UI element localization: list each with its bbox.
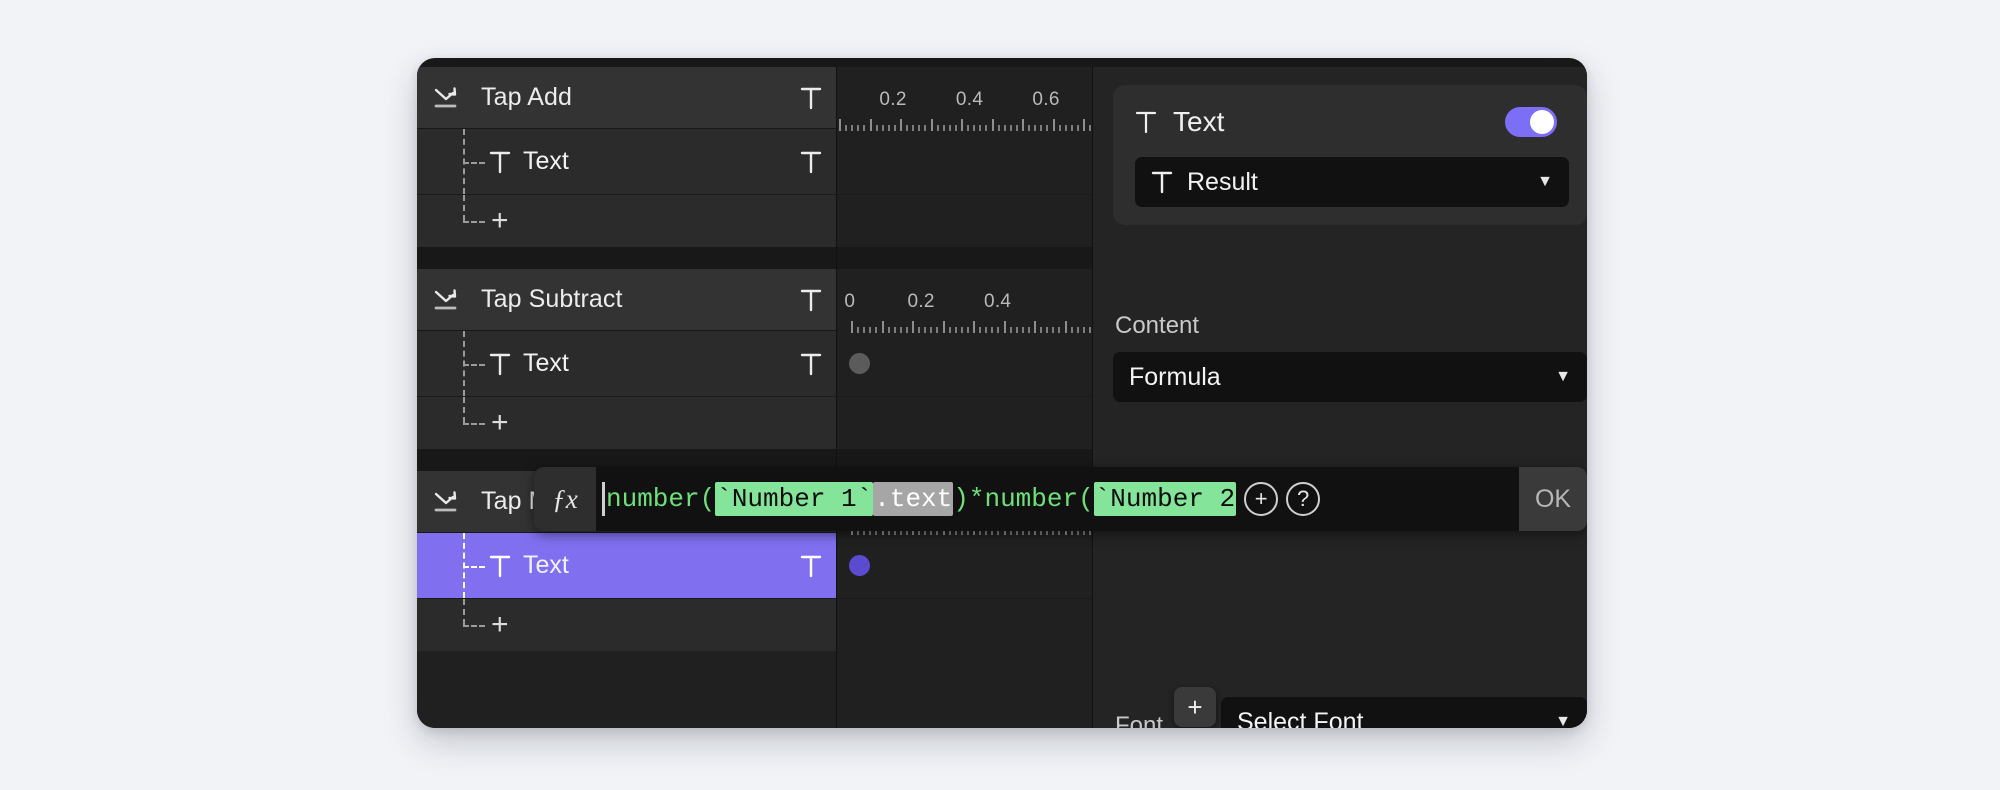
font-select-value: Select Font: [1237, 708, 1363, 729]
track-child-row[interactable]: Text: [417, 129, 836, 195]
track-child-label: Text: [523, 349, 800, 378]
font-section-label: Font: [1115, 712, 1163, 728]
tree-guide: [463, 331, 489, 396]
keyframe-marker[interactable]: [849, 353, 870, 374]
track-child-row-selected[interactable]: Text: [417, 533, 836, 599]
font-select[interactable]: Select Font ▼: [1221, 697, 1587, 728]
track-group-label: Tap Subtract: [481, 285, 800, 314]
app-window: Tap Add Text +: [417, 58, 1587, 728]
window-body: Tap Add Text +: [417, 67, 1587, 728]
formula-token-function: number(: [606, 484, 715, 514]
tracks-column: Tap Add Text +: [417, 67, 837, 728]
text-cursor: [602, 482, 605, 516]
text-type-icon[interactable]: [800, 286, 822, 314]
tree-guide: [463, 533, 489, 598]
content-select-value: Formula: [1129, 363, 1221, 392]
formula-token-reference: `Number 1`: [715, 482, 873, 516]
ruler-tick-label: 0.2: [907, 291, 934, 313]
inspector-card-header: Text: [1113, 101, 1587, 143]
tree-guide: [463, 129, 489, 194]
track-child-label: Text: [523, 551, 800, 580]
tree-guide: [463, 195, 489, 247]
add-track-label: +: [491, 408, 509, 438]
add-badge-label: +: [1187, 692, 1202, 723]
chevron-down-icon: ▼: [1555, 368, 1571, 386]
ruler-tick-label: 0.2: [879, 89, 906, 111]
tree-guide: [463, 397, 489, 449]
plus-circle-icon[interactable]: +: [1244, 482, 1278, 516]
track-add-row[interactable]: +: [417, 195, 836, 247]
text-type-icon: [489, 149, 511, 175]
timeline-ruler-block[interactable]: 0 0.2 0.4: [837, 269, 1092, 331]
timeline-lane[interactable]: [837, 331, 1092, 397]
timeline-ruler-column: 0.2 0.4 0.6 0 0.2 0.4: [837, 67, 1093, 728]
track-child-row[interactable]: Text: [417, 331, 836, 397]
function-icon[interactable]: ƒx: [534, 467, 596, 531]
ruler-spacer: [837, 247, 1092, 269]
keyframe-marker[interactable]: [849, 555, 870, 576]
track-group-spacer: [417, 247, 836, 269]
toggle-knob: [1530, 110, 1554, 134]
target-select[interactable]: Result ▼: [1135, 157, 1569, 207]
formula-token-property: .text: [873, 482, 953, 516]
enable-toggle[interactable]: [1505, 107, 1557, 137]
track-child-label: Text: [523, 147, 800, 176]
text-type-icon[interactable]: [800, 148, 822, 176]
formula-token-operator: )*number(: [953, 484, 1093, 514]
question-circle-icon[interactable]: ?: [1286, 482, 1320, 516]
text-type-icon: [1151, 169, 1173, 195]
timeline-lane[interactable]: [837, 195, 1092, 247]
ruler-tick-label: 0.6: [1032, 89, 1059, 111]
tree-guide: [463, 599, 489, 651]
timeline-lane[interactable]: [837, 397, 1092, 449]
formula-token-reference: `Number 2: [1094, 482, 1236, 516]
track-add-row[interactable]: +: [417, 599, 836, 651]
text-type-icon[interactable]: [800, 350, 822, 378]
text-type-icon[interactable]: [800, 84, 822, 112]
track-group-header-tap-add[interactable]: Tap Add: [417, 67, 836, 129]
timeline-lane[interactable]: [837, 129, 1092, 195]
add-keyframe-badge[interactable]: +: [1174, 687, 1216, 727]
ruler-tick-label: 0: [844, 291, 855, 313]
track-add-row[interactable]: +: [417, 397, 836, 449]
formula-editor-bar: ƒx number( `Number 1` .text )*number( `N…: [534, 467, 1587, 531]
add-track-label: +: [491, 206, 509, 236]
chevron-down-icon: ▼: [1555, 713, 1571, 728]
formula-input[interactable]: number( `Number 1` .text )*number( `Numb…: [596, 467, 1519, 531]
add-track-label: +: [491, 610, 509, 640]
text-type-icon: [489, 553, 511, 579]
track-group-header-tap-subtract[interactable]: Tap Subtract: [417, 269, 836, 331]
tap-action-icon: [433, 85, 467, 111]
text-type-icon[interactable]: [800, 552, 822, 580]
timeline-lane[interactable]: [837, 533, 1092, 599]
chevron-down-icon: ▼: [1537, 173, 1553, 191]
formula-ok-button[interactable]: OK: [1519, 467, 1587, 531]
inspector-panel: Text Result ▼ Content Formula ▼ Font: [1093, 67, 1587, 728]
timeline-lane[interactable]: [837, 599, 1092, 651]
content-section-label: Content: [1115, 312, 1199, 340]
text-type-icon: [489, 351, 511, 377]
target-select-value: Result: [1187, 168, 1258, 197]
tap-action-icon: [433, 287, 467, 313]
inspector-text-card: Text Result ▼: [1113, 85, 1587, 225]
tap-action-icon: [433, 489, 467, 515]
track-group-label: Tap Add: [481, 83, 800, 112]
content-select[interactable]: Formula ▼: [1113, 352, 1587, 402]
ruler-tick-label: 0.4: [984, 291, 1011, 313]
inspector-card-title: Text: [1173, 106, 1505, 138]
timeline-ruler-block[interactable]: 0.2 0.4 0.6: [837, 67, 1092, 129]
text-type-icon: [1135, 107, 1157, 137]
ruler-tick-label: 0.4: [956, 89, 983, 111]
